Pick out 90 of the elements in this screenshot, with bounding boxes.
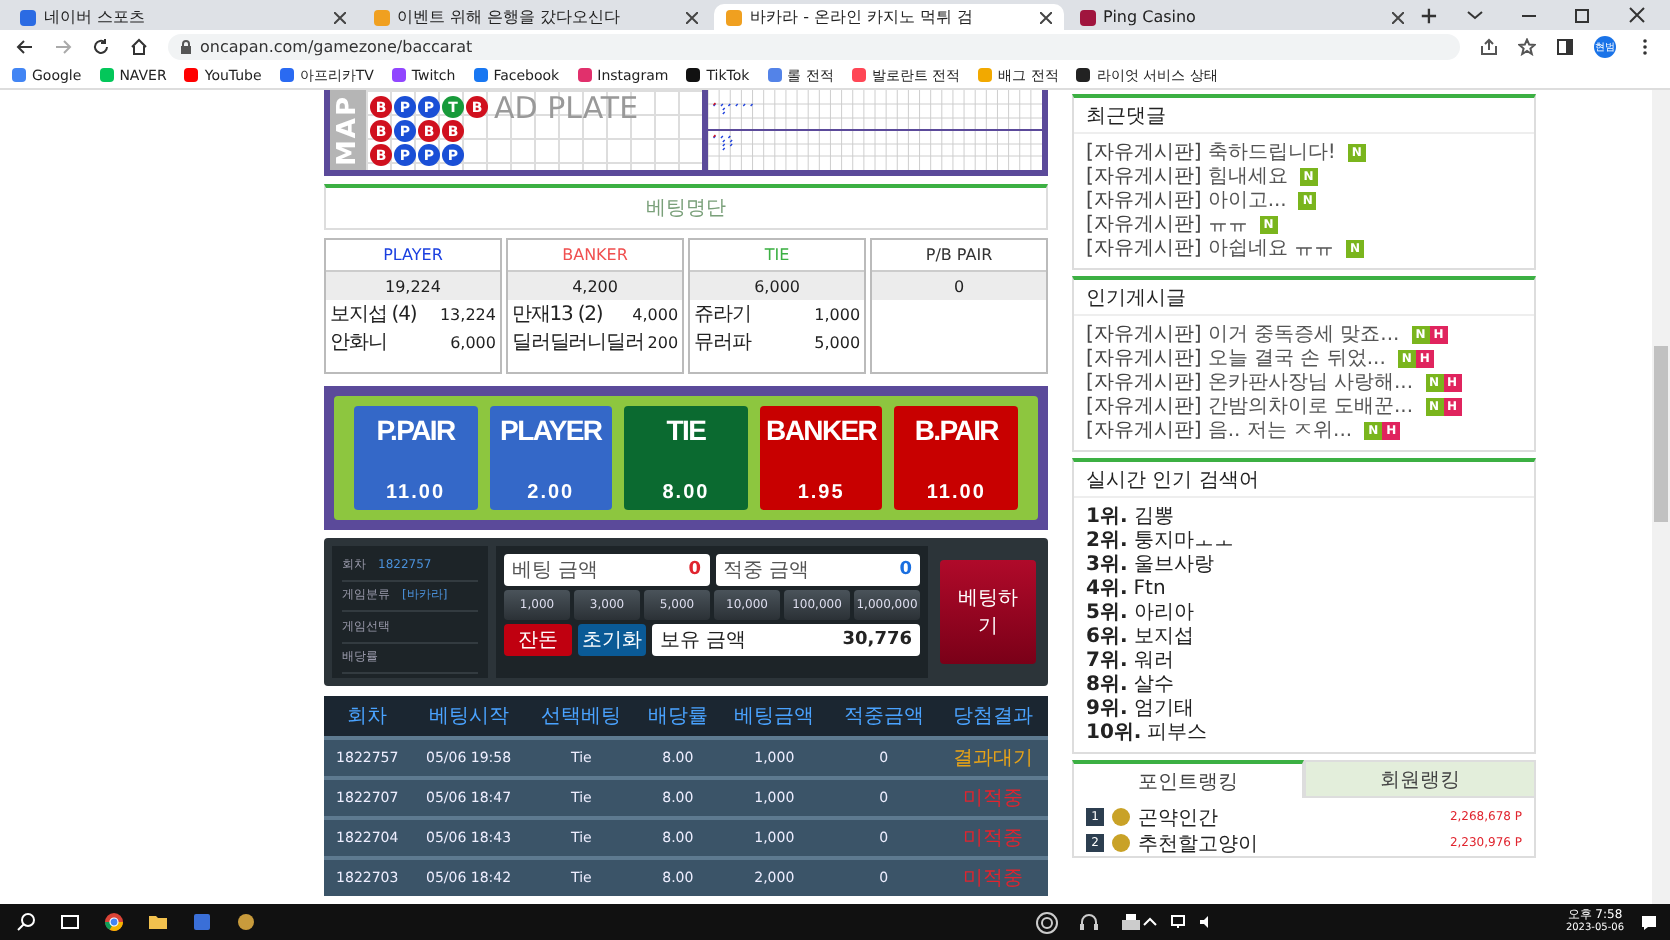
close-icon[interactable] <box>333 11 346 23</box>
bet-amount: 13,224 <box>439 305 496 323</box>
address-bar[interactable]: oncapan.com/gamezone/baccarat <box>168 33 1460 59</box>
bet-amount: 200 <box>647 333 679 351</box>
task-view-icon[interactable] <box>60 912 80 932</box>
bet-amount-field[interactable]: 베팅 금액 0 <box>504 554 709 586</box>
lock-icon <box>180 39 192 53</box>
card-total: 0 <box>872 272 1046 300</box>
bettor-name: 쥬라기 <box>694 302 751 328</box>
browser-tab[interactable]: 이벤트 위해 은행을 갔다오신다 <box>361 4 711 30</box>
map-label: MAP <box>330 90 366 170</box>
browser-tab[interactable]: Ping Casino <box>1067 4 1417 30</box>
card-total: 6,000 <box>690 272 865 300</box>
bet-amount: 6,000 <box>450 333 496 351</box>
result-cell: 미적중 <box>938 858 1048 896</box>
bettor-name: 뮤러파 <box>694 330 751 356</box>
member-name: 곤약인간 <box>1138 805 1220 831</box>
search-term-link[interactable]: 4위. Ftn <box>1086 578 1522 598</box>
card-total: 4,200 <box>507 272 683 300</box>
section-header: 베팅명단 <box>324 184 1048 230</box>
ranking-tab[interactable]: 회원랭킹 <box>1304 760 1536 798</box>
bet-option-button[interactable]: PLAYER 2.00 <box>489 406 613 510</box>
network-icon[interactable] <box>1170 914 1186 930</box>
app-icon[interactable] <box>192 912 212 932</box>
search-term-link[interactable]: 6위. 보지섭 <box>1086 626 1522 646</box>
card-total: 19,224 <box>326 272 500 300</box>
balance-field: 보유 금액 30,776 <box>652 624 920 656</box>
column-header: 적중금액 <box>829 696 939 738</box>
panel-title: 최근댓글 <box>1074 98 1534 134</box>
chevron-up-icon[interactable] <box>1142 914 1158 930</box>
sidebar-icon[interactable] <box>1556 37 1574 55</box>
plus-icon[interactable] <box>1420 6 1438 26</box>
scrollbar[interactable] <box>1652 90 1670 904</box>
back-icon[interactable] <box>16 37 34 55</box>
reset-button[interactable]: 초기화 <box>578 624 646 656</box>
win-amount-field[interactable]: 적중 금액 0 <box>715 554 920 586</box>
column-header: 회차 <box>324 696 411 738</box>
bettor-name: 딜러딜러니딜러 <box>511 330 644 356</box>
column-header: 베팅금액 <box>719 696 830 738</box>
result-cell: 결과대기 <box>938 738 1048 778</box>
bet-option-button[interactable]: TIE 8.00 <box>624 406 748 510</box>
member-name: 추천할고양이 <box>1138 831 1260 857</box>
bettor-name: 보지섭 (4) <box>330 302 417 328</box>
close-icon[interactable] <box>1392 11 1405 23</box>
close-icon[interactable] <box>686 11 699 23</box>
printer-icon[interactable] <box>1120 911 1142 933</box>
search-term-link[interactable]: 8위. 살수 <box>1086 674 1522 694</box>
folder-icon[interactable] <box>148 912 168 932</box>
close-icon[interactable] <box>1039 11 1052 23</box>
bet-option-button[interactable]: BANKER 1.95 <box>759 406 883 510</box>
share-icon[interactable] <box>1480 37 1498 55</box>
chrome-icon[interactable] <box>104 912 124 932</box>
bettor-name: 만재13 (2) <box>511 302 603 328</box>
place-bet-button[interactable]: 베팅하기 <box>940 560 1036 664</box>
bet-option-button[interactable]: B.PAIR 11.00 <box>894 406 1018 510</box>
board-watermark: AD PLATE <box>494 90 639 126</box>
column-header: 배당률 <box>636 696 720 738</box>
ranking-tab[interactable]: 포인트랭킹 <box>1072 760 1304 798</box>
bet-option-button[interactable]: P.PAIR 11.00 <box>354 406 478 510</box>
result-cell: 미적중 <box>938 778 1048 818</box>
change-button[interactable]: 잔돈 <box>504 624 572 656</box>
reload-icon[interactable] <box>92 37 110 55</box>
search-term-link[interactable]: 3위. 울브사랑 <box>1086 554 1522 574</box>
search-term-link[interactable]: 9위. 엄기태 <box>1086 698 1522 718</box>
search-term-link[interactable]: 1위. 김뽕 <box>1086 506 1522 526</box>
search-term-link[interactable]: 7위. 워러 <box>1086 650 1522 670</box>
column-header: 당첨결과 <box>938 696 1048 738</box>
panel-title: 실시간 인기 검색어 <box>1074 462 1534 498</box>
chevron-icon[interactable] <box>1466 6 1484 24</box>
column-header: 선택베팅 <box>526 696 637 738</box>
home-icon[interactable] <box>130 37 148 55</box>
bettor-name: 안화니 <box>330 330 387 356</box>
search-term-link[interactable]: 10위. 피부스 <box>1086 722 1522 742</box>
restore-icon[interactable] <box>1574 6 1592 24</box>
bet-amount: 1,000 <box>814 305 861 323</box>
search-term-link[interactable]: 5위. 아리아 <box>1086 602 1522 622</box>
bet-amount: 5,000 <box>814 333 861 351</box>
notification-icon[interactable] <box>1640 913 1658 931</box>
browser-tab[interactable]: 바카라 - 온라인 카지노 먹튀 검 <box>714 4 1064 30</box>
bet-amount: 4,000 <box>632 305 679 323</box>
panel-title: 인기게시글 <box>1074 280 1534 316</box>
column-header: 베팅시작 <box>410 696 527 738</box>
headset-icon[interactable] <box>1078 911 1100 933</box>
search-icon[interactable] <box>16 912 36 932</box>
close-icon[interactable] <box>1628 6 1646 24</box>
search-term-link[interactable]: 2위. 퉁지마ㅗㅗ <box>1086 530 1522 550</box>
volume-icon[interactable] <box>1198 914 1214 930</box>
result-cell: 미적중 <box>938 818 1048 858</box>
browser-tab[interactable]: 네이버 스포츠 <box>8 4 358 30</box>
star-icon[interactable] <box>1518 37 1536 55</box>
